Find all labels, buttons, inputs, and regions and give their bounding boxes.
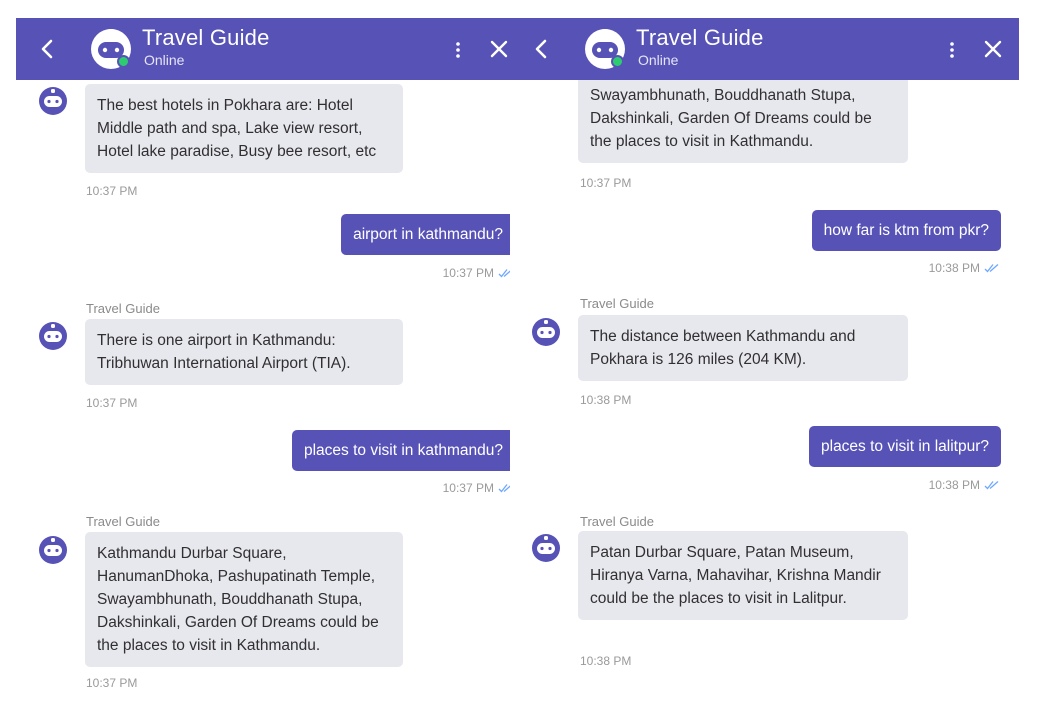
- message-time-text: 10:38 PM: [928, 478, 980, 492]
- chat-window-right: Swayambhunath, Bouddhanath Stupa, Dakshi…: [510, 0, 1019, 710]
- message-time: 10:37 PM: [86, 184, 138, 198]
- chevron-left-icon: [535, 39, 547, 59]
- online-indicator: [611, 55, 624, 68]
- message-time: 10:38 PM: [929, 478, 999, 492]
- message-time: 10:37 PM: [443, 481, 513, 495]
- message-time-text: 10:37 PM: [442, 266, 494, 280]
- message-time: 10:38 PM: [580, 393, 632, 407]
- more-vertical-icon: [950, 42, 954, 58]
- bot-message-bubble: Kathmandu Durbar Square, HanumanDhoka, P…: [85, 532, 403, 667]
- chat-header: Travel Guide Online: [510, 18, 1019, 80]
- sender-name: Travel Guide: [580, 296, 654, 311]
- robot-icon: [39, 322, 67, 350]
- robot-icon: [39, 536, 67, 564]
- message-time: 10:37 PM: [86, 676, 138, 690]
- bot-message-bubble: Patan Durbar Square, Patan Museum, Hiran…: [578, 531, 908, 620]
- chevron-left-icon: [41, 39, 53, 59]
- message-list[interactable]: Swayambhunath, Bouddhanath Stupa, Dakshi…: [510, 70, 1019, 710]
- robot-icon: [532, 318, 560, 346]
- message-time: 10:37 PM: [580, 176, 632, 190]
- sender-name: Travel Guide: [86, 514, 160, 529]
- user-message-bubble: places to visit in lalitpur?: [809, 426, 1001, 467]
- menu-button[interactable]: [945, 37, 959, 63]
- close-icon: [490, 40, 508, 58]
- sender-name: Travel Guide: [86, 301, 160, 316]
- user-message-bubble: how far is ktm from pkr?: [811, 210, 1001, 251]
- message-time: 10:38 PM: [929, 261, 999, 275]
- user-message-bubble: airport in kathmandu?: [341, 214, 515, 255]
- back-button[interactable]: [528, 36, 554, 62]
- message-time: 10:37 PM: [443, 266, 513, 280]
- chat-status: Online: [638, 52, 679, 68]
- bot-message-bubble: Swayambhunath, Bouddhanath Stupa, Dakshi…: [578, 70, 908, 163]
- bot-message-bubble: The distance between Kathmandu and Pokha…: [578, 315, 908, 381]
- bot-message-bubble: There is one airport in Kathmandu: Tribh…: [85, 319, 403, 385]
- message-time-text: 10:37 PM: [442, 481, 494, 495]
- close-button[interactable]: [981, 37, 1005, 61]
- user-message-bubble: places to visit in kathmandu?: [291, 430, 515, 471]
- message-time-text: 10:38 PM: [928, 261, 980, 275]
- message-list[interactable]: The best hotels in Pokhara are: Hotel Mi…: [16, 80, 525, 710]
- more-vertical-icon: [456, 42, 460, 58]
- double-check-icon: [984, 481, 999, 490]
- menu-button[interactable]: [451, 37, 465, 63]
- robot-icon: [532, 534, 560, 562]
- close-icon: [984, 40, 1002, 58]
- chat-title: Travel Guide: [636, 25, 764, 50]
- bot-message-bubble: The best hotels in Pokhara are: Hotel Mi…: [85, 84, 403, 173]
- sender-name: Travel Guide: [580, 514, 654, 529]
- chat-header: Travel Guide Online: [16, 18, 525, 80]
- chat-status: Online: [144, 52, 185, 68]
- chat-title: Travel Guide: [142, 25, 270, 50]
- back-button[interactable]: [34, 36, 60, 62]
- message-time: 10:37 PM: [86, 396, 138, 410]
- message-time: 10:38 PM: [580, 654, 632, 668]
- close-button[interactable]: [487, 37, 511, 61]
- robot-icon: [39, 87, 67, 115]
- chat-window-left: Travel Guide Online The best hotels in P…: [16, 0, 525, 710]
- online-indicator: [117, 55, 130, 68]
- double-check-icon: [984, 264, 999, 273]
